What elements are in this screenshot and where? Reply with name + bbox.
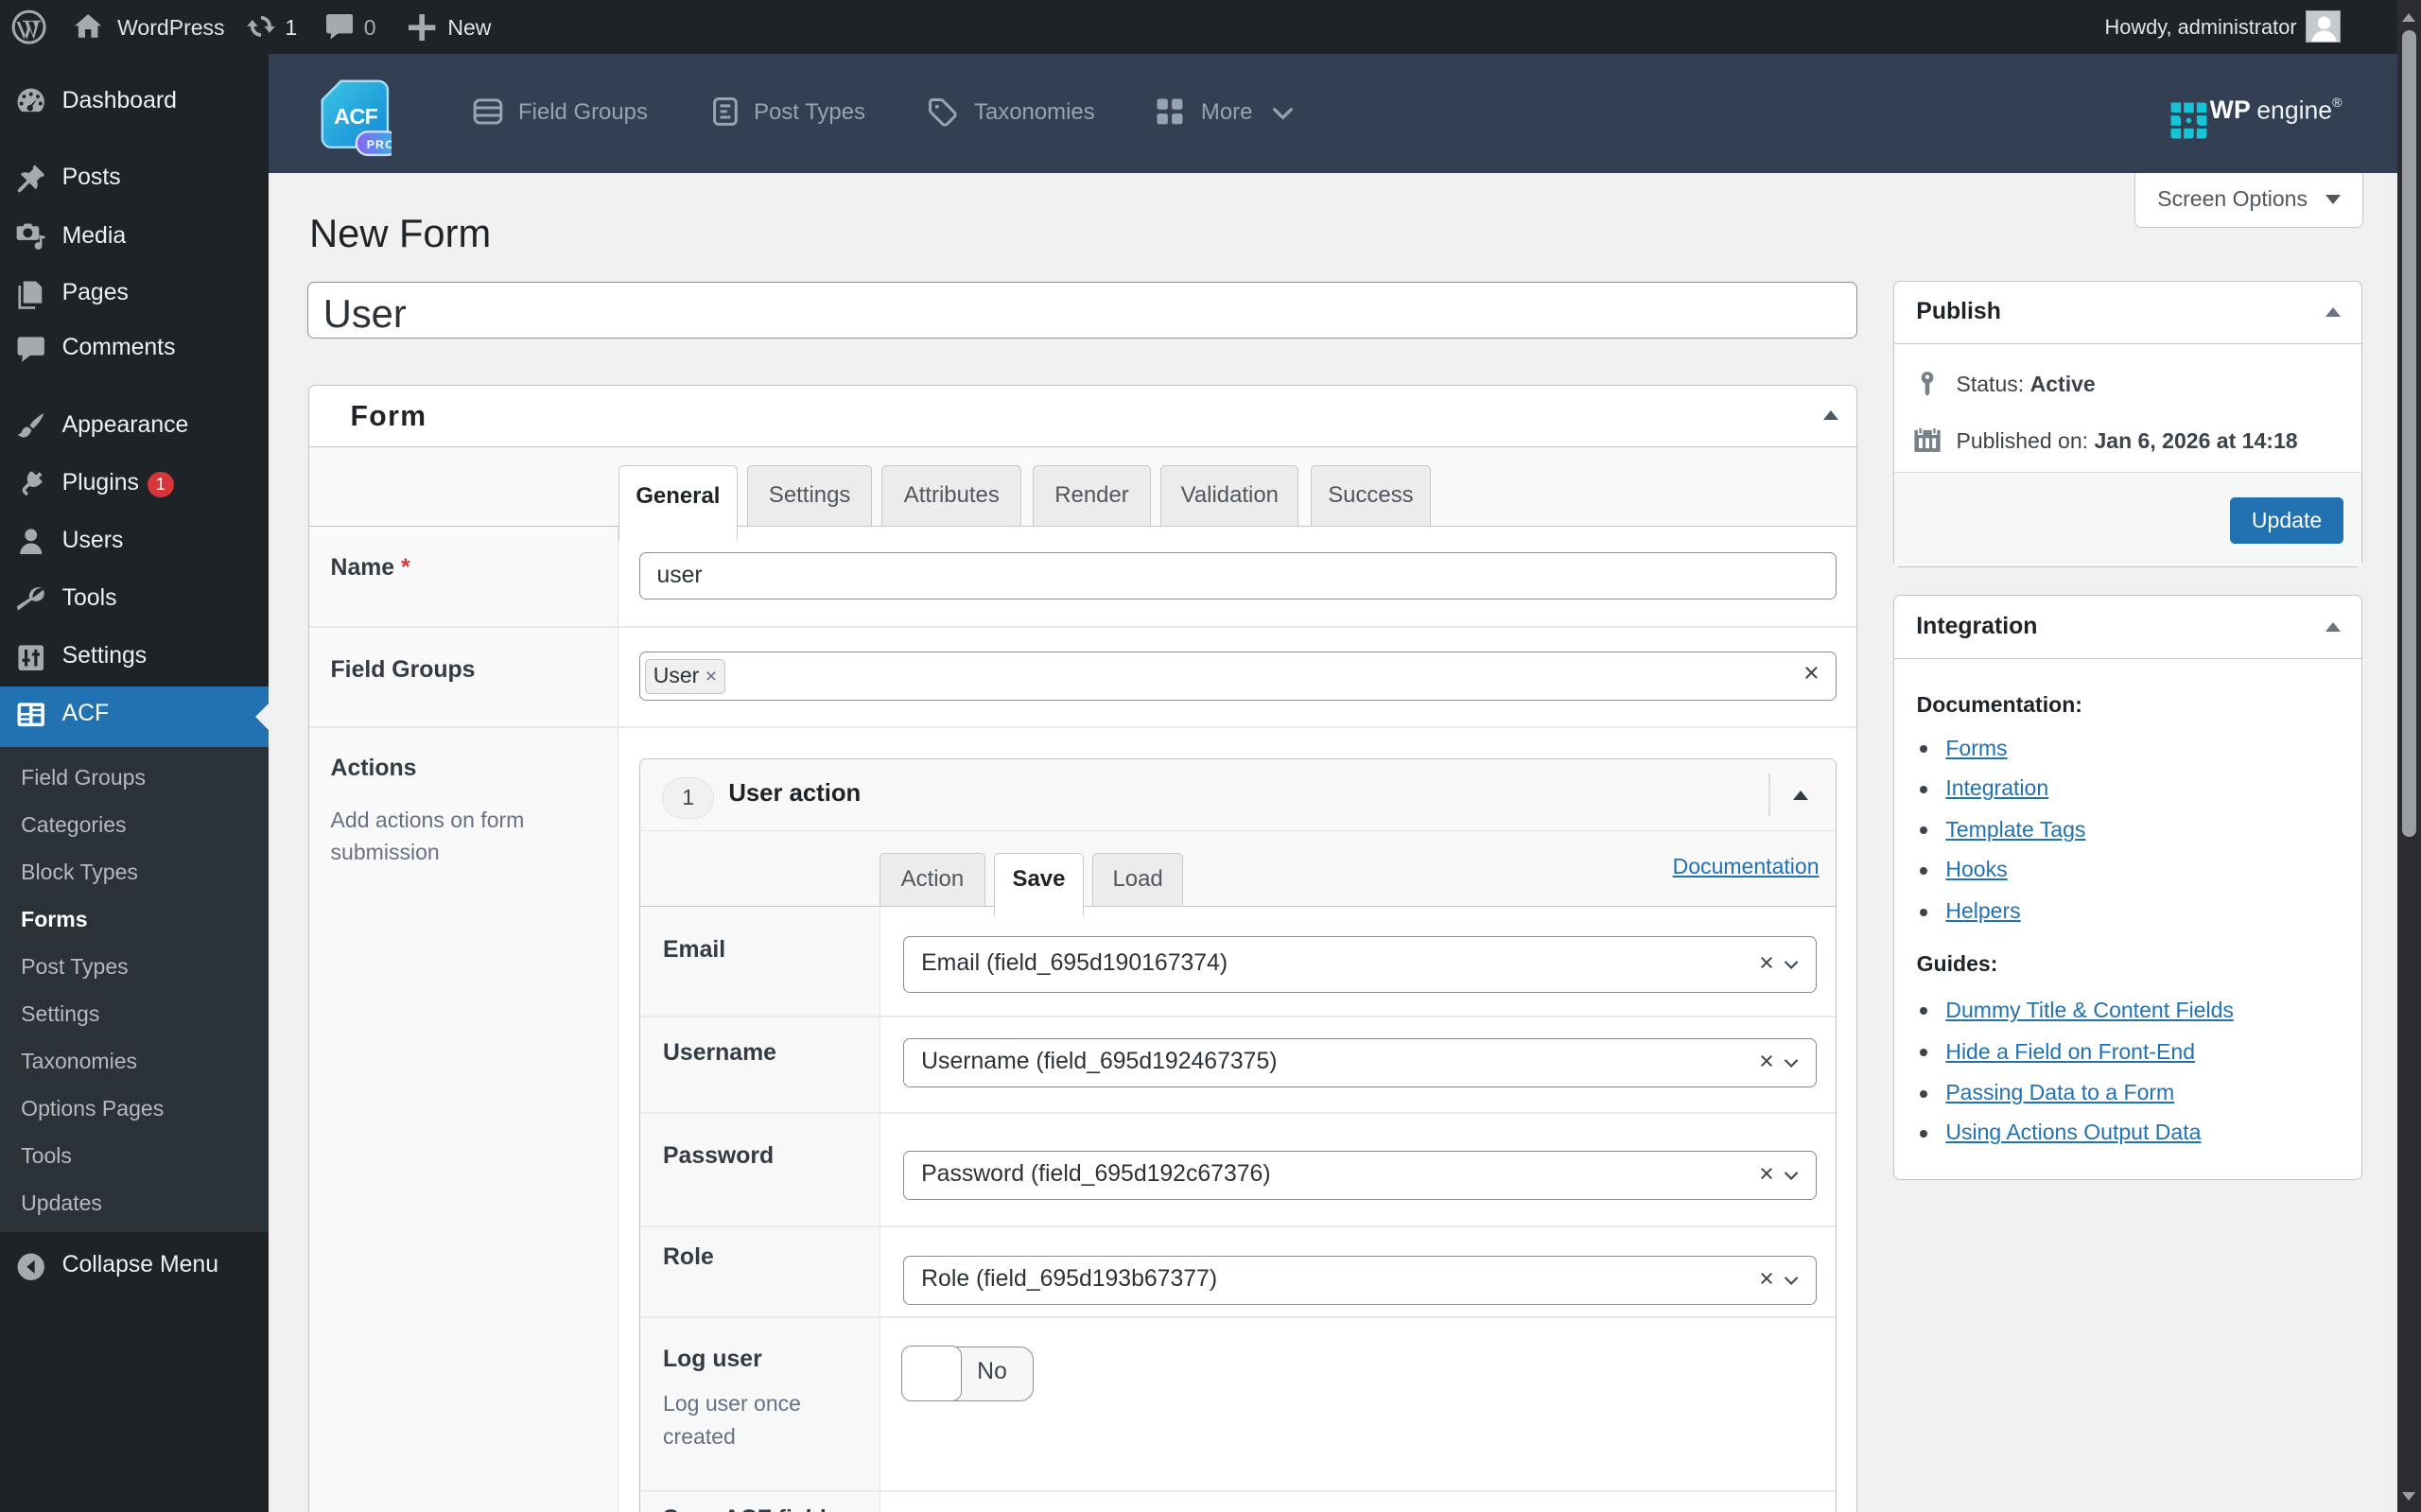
- svg-text:PRO: PRO: [367, 138, 392, 151]
- svg-text:ACF: ACF: [334, 104, 377, 129]
